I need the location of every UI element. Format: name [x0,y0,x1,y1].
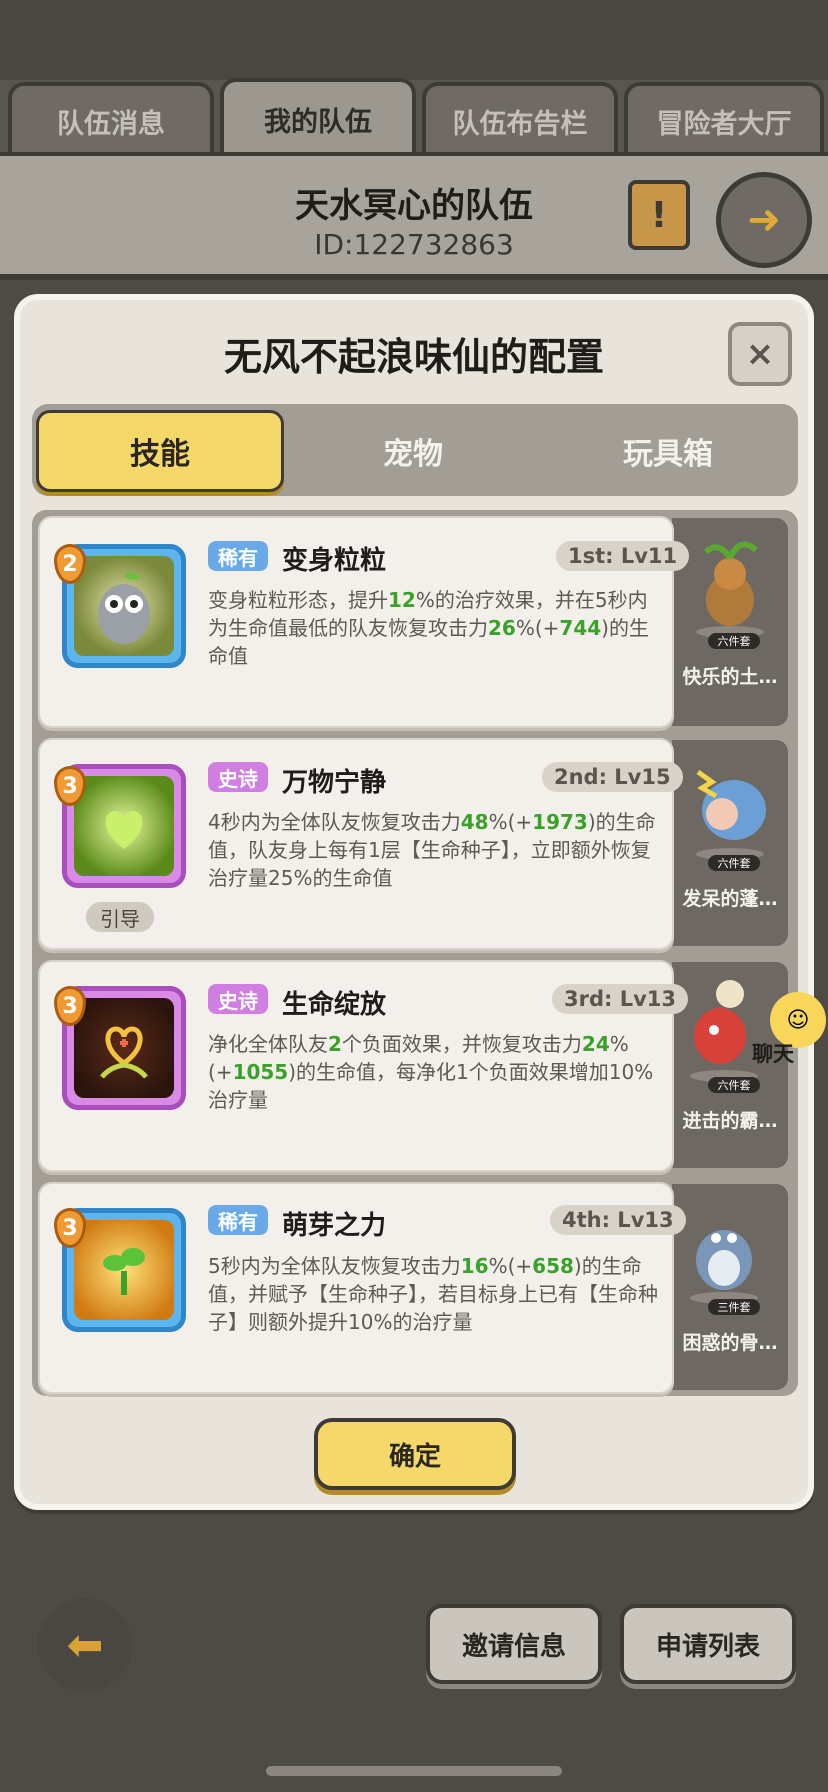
confirm-button[interactable]: 确定 [314,1418,516,1490]
pet-name: 发呆的蓬… [682,888,778,910]
pet-image [696,541,764,638]
apply-list-button[interactable]: 申请列表 [620,1604,796,1684]
status-area [0,0,828,80]
skill-slot: 3rd: Lv13 [552,984,689,1014]
heart-plant-icon [74,776,174,876]
rarity-badge: 稀有 [208,1205,268,1235]
tab-my-team[interactable]: 我的队伍 [220,78,416,156]
team-id: ID:122732863 [314,228,514,261]
chat-label[interactable]: 聊天 [752,1038,794,1068]
modal-title: 无风不起浪味仙的配置 [223,335,604,379]
rarity-badge: 史诗 [208,984,268,1014]
skill-name: 变身粒粒 [282,546,387,576]
skill-slot: 4th: Lv13 [550,1205,686,1235]
back-arrow-icon[interactable]: ⬅ [38,1598,132,1692]
pet-image [696,769,766,860]
home-indicator[interactable] [266,1766,562,1776]
skill-slot: 1st: Lv11 [556,541,690,571]
pet-name: 快乐的土… [682,666,778,688]
blooming-heart-icon [74,998,174,1098]
team-name: 天水冥心的队伍 [295,186,533,226]
skill-desc: 5秒内为全体队友恢复攻击力16%(+658)的生命值，并赋予【生命种子】，若目标… [208,1254,658,1334]
skill-slot: 2nd: Lv15 [542,762,683,792]
pet-name: 困惑的骨… [682,1332,778,1354]
segment-toybox[interactable]: 玩具箱 [554,410,782,492]
close-button[interactable]: × [728,322,792,386]
sprout-icon [74,1220,174,1320]
tab-team-messages[interactable]: 队伍消息 [8,82,214,156]
pet-name: 进击的霸… [682,1110,778,1132]
segment-skills[interactable]: 技能 [36,410,284,492]
segment-pets[interactable]: 宠物 [300,410,526,492]
skill-name: 万物宁静 [282,768,387,798]
pet-image [690,1230,758,1304]
skill-desc: 净化全体队友2个负面效果，并恢复攻击力24%(+1055)的生命值，每净化1个负… [208,1032,654,1112]
tab-bar: 队伍消息 我的队伍 队伍布告栏 冒险者大厅 [0,78,828,156]
guide-tag: 引导 [86,902,154,932]
skill-desc: 4秒内为全体队友恢复攻击力48%(+1973)的生命值，队友身上每有1层【生命种… [208,810,656,890]
notice-scroll-icon[interactable]: ! [628,180,690,250]
skill-name: 生命绽放 [282,990,387,1020]
rarity-badge: 稀有 [208,541,268,571]
tab-adventurer-hall[interactable]: 冒险者大厅 [624,82,824,156]
set-tag: 六件套 [708,633,760,649]
invite-info-button[interactable]: 邀请信息 [426,1604,602,1684]
set-tag: 三件套 [708,1299,760,1315]
set-tag: 六件套 [708,1077,760,1093]
set-tag: 六件套 [708,855,760,871]
skill-name: 萌芽之力 [282,1211,387,1241]
rarity-badge: 史诗 [208,762,268,792]
tab-team-board[interactable]: 队伍布告栏 [422,82,618,156]
owl-icon [74,556,174,656]
leave-team-icon[interactable]: ➜ [716,172,812,268]
skill-desc: 变身粒粒形态，提升12%的治疗效果，并在5秒内为生命值最低的队友恢复攻击力26%… [208,588,649,668]
